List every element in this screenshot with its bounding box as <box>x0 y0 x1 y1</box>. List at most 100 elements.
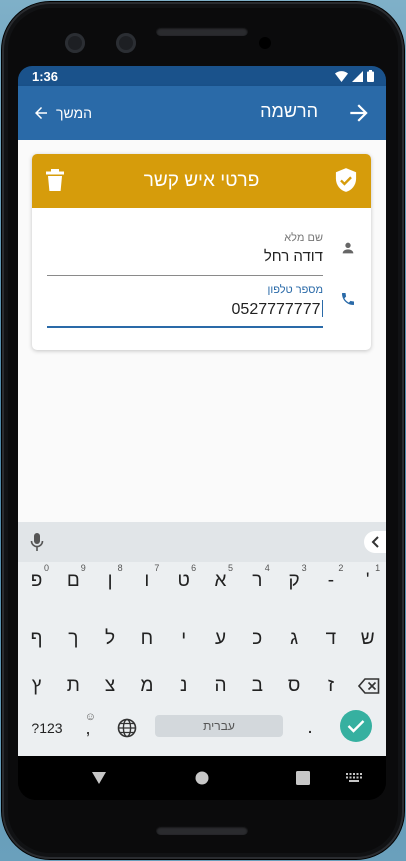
key-hint: 2 <box>338 563 344 573</box>
wifi-icon <box>335 70 348 82</box>
key-3-6[interactable]: ה <box>202 665 239 707</box>
app-bar: המשך הרשמה <box>18 86 386 140</box>
key-3-3[interactable]: צ <box>92 665 129 707</box>
backspace-icon <box>358 678 380 694</box>
phone-icon <box>342 293 354 305</box>
key-1-9[interactable]: -2 <box>312 560 349 602</box>
globe-icon <box>117 718 137 738</box>
chevron-left-icon <box>371 536 379 548</box>
key-1-7[interactable]: ר4 <box>239 560 276 602</box>
key-2-1[interactable]: ף <box>18 618 55 660</box>
key-label: ד <box>325 628 337 649</box>
key-2-4[interactable]: ח <box>128 618 165 660</box>
key-3-5[interactable]: נ <box>165 665 202 707</box>
key-label: ג <box>290 628 299 649</box>
collapse-keyboard-button[interactable] <box>364 531 386 553</box>
key-3-1[interactable]: ץ <box>18 665 55 707</box>
arrow-right-icon[interactable] <box>346 100 372 126</box>
key-label: ו <box>144 570 150 591</box>
continue-label: המשך <box>56 105 93 121</box>
key-3-8[interactable]: ס <box>276 665 313 707</box>
key-2-10[interactable]: ש <box>349 618 386 660</box>
key-1-4[interactable]: ו7 <box>128 560 165 602</box>
key-3-2[interactable]: ת <box>55 665 92 707</box>
key-label: ץ <box>31 675 42 696</box>
earpiece-speaker <box>156 27 248 36</box>
full-name-label: שם מלא <box>284 232 323 244</box>
key-3-4[interactable]: מ <box>128 665 165 707</box>
continue-button[interactable]: המשך <box>32 100 92 126</box>
key-label: ס <box>287 675 301 696</box>
period-key[interactable]: . <box>296 707 324 749</box>
key-2-9[interactable]: ד <box>312 618 349 660</box>
key-2-3[interactable]: ל <box>92 618 129 660</box>
key-label: צ <box>104 675 116 696</box>
status-time: 1:36 <box>32 69 59 84</box>
key-label: ל <box>105 628 116 649</box>
space-key[interactable]: עברית <box>155 715 283 737</box>
soft-keyboard: פ 0 ם 9 ן 8 ו 7 ט 6 א 5 ר 4 ק 3-2 ' 1 ף ך ל ח י ע כ ג ד ש ץ ת צ מ נ ה ב ס ז … <box>18 522 386 756</box>
check-icon <box>347 720 365 733</box>
key-label: י <box>181 628 187 649</box>
phone-number-input-wrap[interactable]: 0527777777 <box>232 300 323 319</box>
key-label: ז <box>327 675 334 696</box>
status-icons <box>335 70 374 82</box>
device-screen: 1:36 המשך הרשמה פרטי איש קשר שם מלא דודה… <box>18 66 386 800</box>
card-header: פרטי איש קשר <box>32 154 371 208</box>
full-name-input[interactable]: דודה רחל <box>264 248 323 265</box>
key-2-8[interactable]: ג <box>276 618 313 660</box>
mic-icon[interactable] <box>30 533 44 551</box>
page-title: הרשמה <box>260 101 318 121</box>
card-title: פרטי איש קשר <box>143 170 260 191</box>
keyboard-switch-icon[interactable] <box>346 773 362 783</box>
text-cursor <box>321 300 323 317</box>
phone-number-field[interactable]: מספר טלפון 0527777777 <box>47 282 323 328</box>
key-3-9[interactable]: ז <box>312 665 349 707</box>
key-label: כ <box>252 628 263 649</box>
key-hint: 6 <box>191 563 197 573</box>
key-hint: 7 <box>154 563 160 573</box>
key-hint: 0 <box>43 563 49 573</box>
key-1-5[interactable]: ט6 <box>165 560 202 602</box>
done-key[interactable] <box>340 710 372 742</box>
symbols-key[interactable]: ?123 <box>28 707 66 749</box>
contact-card: פרטי איש קשר שם מלא דודה רחל מספר טלפון … <box>32 154 371 350</box>
navigation-bar <box>18 756 386 800</box>
key-2-5[interactable]: י <box>165 618 202 660</box>
shield-check-icon <box>335 168 357 192</box>
key-hint: 5 <box>227 563 233 573</box>
key-label: ש <box>360 628 375 649</box>
key-label: א <box>214 570 227 591</box>
front-sensor-icon <box>116 33 136 53</box>
key-1-10[interactable]: ' 1 <box>349 560 386 602</box>
key-row-3: ץתצמנהב ס ז <box>18 665 386 707</box>
key-1-6[interactable]: א5 <box>202 560 239 602</box>
key-1-2[interactable]: ם9 <box>55 560 92 602</box>
key-hint: 4 <box>264 563 270 573</box>
key-hint: 8 <box>117 563 123 573</box>
key-2-2[interactable]: ך <box>55 618 92 660</box>
signal-icon <box>352 70 363 82</box>
back-triangle-icon[interactable] <box>92 772 106 784</box>
phone-number-input[interactable]: 0527777777 <box>232 301 321 318</box>
key-label: נ <box>179 675 188 696</box>
key-2-6[interactable]: ע <box>202 618 239 660</box>
emoji-icon: ☺ <box>84 711 96 723</box>
key-1-1[interactable]: פ0 <box>18 560 55 602</box>
recents-square-icon[interactable] <box>296 771 310 785</box>
phone-number-underline <box>47 326 323 328</box>
keyboard-bottom-row: ?123 ☺ , עברית . <box>18 707 386 749</box>
key-label: ק <box>288 570 300 591</box>
full-name-field[interactable]: שם מלא דודה רחל <box>47 230 323 276</box>
key-1-8[interactable]: ק3 <box>276 560 313 602</box>
key-3-7[interactable]: ב <box>239 665 276 707</box>
language-key[interactable] <box>112 707 142 749</box>
backspace-key[interactable] <box>351 665 386 707</box>
key-label: ב <box>251 675 263 696</box>
comma-key[interactable]: ☺ , <box>74 707 102 749</box>
key-1-3[interactable]: ן8 <box>92 560 129 602</box>
home-circle-icon[interactable] <box>195 771 209 785</box>
key-label: ך <box>68 628 79 649</box>
key-2-7[interactable]: כ <box>239 618 276 660</box>
suggestion-strip <box>18 522 386 562</box>
